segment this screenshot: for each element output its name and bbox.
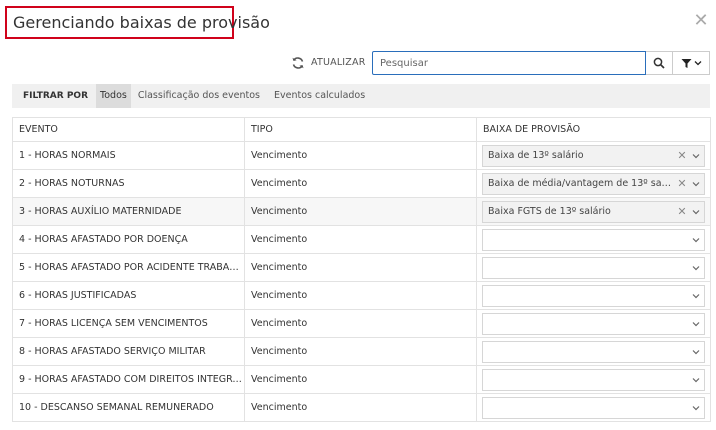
cell-tipo: Vencimento [244,281,477,310]
cell-baixa [476,281,711,310]
table-row[interactable]: 8 - HORAS AFASTADO SERVIÇO MILITAR Vencim… [12,337,711,366]
filter-label: FILTRAR POR [23,91,89,101]
chevron-down-icon[interactable] [688,264,704,272]
clear-icon[interactable]: ✕ [676,149,688,162]
cell-baixa: Baixa de 13º salário ✕ [476,141,711,170]
baixa-select[interactable] [482,256,705,279]
baixa-select[interactable] [482,368,705,391]
table-header-row: EVENTO TIPO BAIXA DE PROVISÃO [12,117,711,142]
search-button[interactable] [646,51,673,75]
baixa-select[interactable]: Baixa de 13º salário ✕ [482,144,705,167]
search-icon [653,57,665,69]
dialog-title-box: Gerenciando baixas de provisão [5,6,270,39]
search-group [372,51,710,75]
cell-tipo: Vencimento [244,253,477,282]
events-table: EVENTO TIPO BAIXA DE PROVISÃO 1 - HORAS … [12,117,711,422]
cell-tipo: Vencimento [244,393,477,422]
refresh-icon [291,55,305,69]
baixa-select-value: Baixa de média/vantagem de 13º salário [488,178,676,189]
cell-evento: 5 - HORAS AFASTADO POR ACIDENTE TRABALHO [12,253,245,282]
cell-evento: 2 - HORAS NOTURNAS [12,169,245,198]
baixa-select[interactable] [482,228,705,251]
table-row[interactable]: 4 - HORAS AFASTADO POR DOENÇA Vencimento [12,225,711,254]
cell-baixa: Baixa FGTS de 13º salário ✕ [476,197,711,226]
table-row[interactable]: 10 - DESCANSO SEMANAL REMUNERADO Vencimen… [12,393,711,422]
chevron-down-icon[interactable] [688,376,704,384]
table-row[interactable]: 6 - HORAS JUSTIFICADAS Vencimento [12,281,711,310]
table-row[interactable]: 3 - HORAS AUXÍLIO MATERNIDADE Vencimento B… [12,197,711,226]
clear-icon[interactable]: ✕ [676,177,688,190]
cell-baixa: Baixa de média/vantagem de 13º salário ✕ [476,169,711,198]
baixa-select[interactable] [482,284,705,307]
column-header-evento[interactable]: EVENTO [12,117,245,142]
chevron-down-icon[interactable] [688,320,704,328]
cell-evento: 4 - HORAS AFASTADO POR DOENÇA [12,225,245,254]
refresh-button[interactable]: ATUALIZAR [291,53,366,71]
cell-baixa [476,365,711,394]
filter-chip-calculados[interactable]: Eventos calculados [267,84,372,108]
chevron-down-icon[interactable] [688,180,704,188]
baixa-select[interactable]: Baixa FGTS de 13º salário ✕ [482,200,705,223]
cell-baixa [476,337,711,366]
baixa-select[interactable] [482,396,705,419]
clear-icon[interactable]: ✕ [676,205,688,218]
search-input[interactable] [372,51,646,75]
cell-tipo: Vencimento [244,337,477,366]
baixa-select[interactable] [482,340,705,363]
table-row[interactable]: 2 - HORAS NOTURNAS Vencimento Baixa de méd… [12,169,711,198]
cell-tipo: Vencimento [244,169,477,198]
cell-evento: 1 - HORAS NORMAIS [12,141,245,170]
filter-chip-classificacao[interactable]: Classificação dos eventos [131,84,267,108]
cell-baixa [476,253,711,282]
baixa-select[interactable] [482,312,705,335]
chevron-down-icon[interactable] [688,348,704,356]
cell-baixa [476,309,711,338]
cell-evento: 7 - HORAS LICENÇA SEM VENCIMENTOS [12,309,245,338]
chevron-down-icon[interactable] [688,208,704,216]
table-row[interactable]: 7 - HORAS LICENÇA SEM VENCIMENTOS Vencime… [12,309,711,338]
cell-evento: 3 - HORAS AUXÍLIO MATERNIDADE [12,197,245,226]
column-header-tipo[interactable]: TIPO [244,117,477,142]
baixa-select[interactable]: Baixa de média/vantagem de 13º salário ✕ [482,172,705,195]
chevron-down-icon[interactable] [688,152,704,160]
cell-tipo: Vencimento [244,225,477,254]
refresh-label: ATUALIZAR [311,56,366,68]
cell-tipo: Vencimento [244,197,477,226]
table-row[interactable]: 9 - HORAS AFASTADO COM DIREITOS INTEGRAI… [12,365,711,394]
funnel-icon [681,58,691,68]
baixa-select-value: Baixa FGTS de 13º salário [488,206,611,217]
cell-baixa [476,393,711,422]
dialog-title: Gerenciando baixas de provisão [13,13,270,32]
cell-evento: 9 - HORAS AFASTADO COM DIREITOS INTEGRAI… [12,365,245,394]
filter-bar: FILTRAR POR Todos Classificação dos even… [12,84,710,108]
chevron-down-icon [694,61,701,66]
baixa-select-value: Baixa de 13º salário [488,150,584,161]
table-row[interactable]: 5 - HORAS AFASTADO POR ACIDENTE TRABALHO… [12,253,711,282]
filter-chip-todos[interactable]: Todos [96,84,131,108]
filter-dropdown-button[interactable] [673,51,710,75]
cell-tipo: Vencimento [244,141,477,170]
cell-baixa [476,225,711,254]
cell-evento: 6 - HORAS JUSTIFICADAS [12,281,245,310]
column-header-baixa[interactable]: BAIXA DE PROVISÃO [476,117,711,142]
cell-tipo: Vencimento [244,365,477,394]
cell-evento: 10 - DESCANSO SEMANAL REMUNERADO [12,393,245,422]
chevron-down-icon[interactable] [688,404,704,412]
table-body: 1 - HORAS NORMAIS Vencimento Baixa de 13º … [12,141,711,422]
chevron-down-icon[interactable] [688,292,704,300]
table-row[interactable]: 1 - HORAS NORMAIS Vencimento Baixa de 13º … [12,141,711,170]
close-icon[interactable]: ✕ [692,12,710,30]
cell-evento: 8 - HORAS AFASTADO SERVIÇO MILITAR [12,337,245,366]
cell-tipo: Vencimento [244,309,477,338]
chevron-down-icon[interactable] [688,236,704,244]
